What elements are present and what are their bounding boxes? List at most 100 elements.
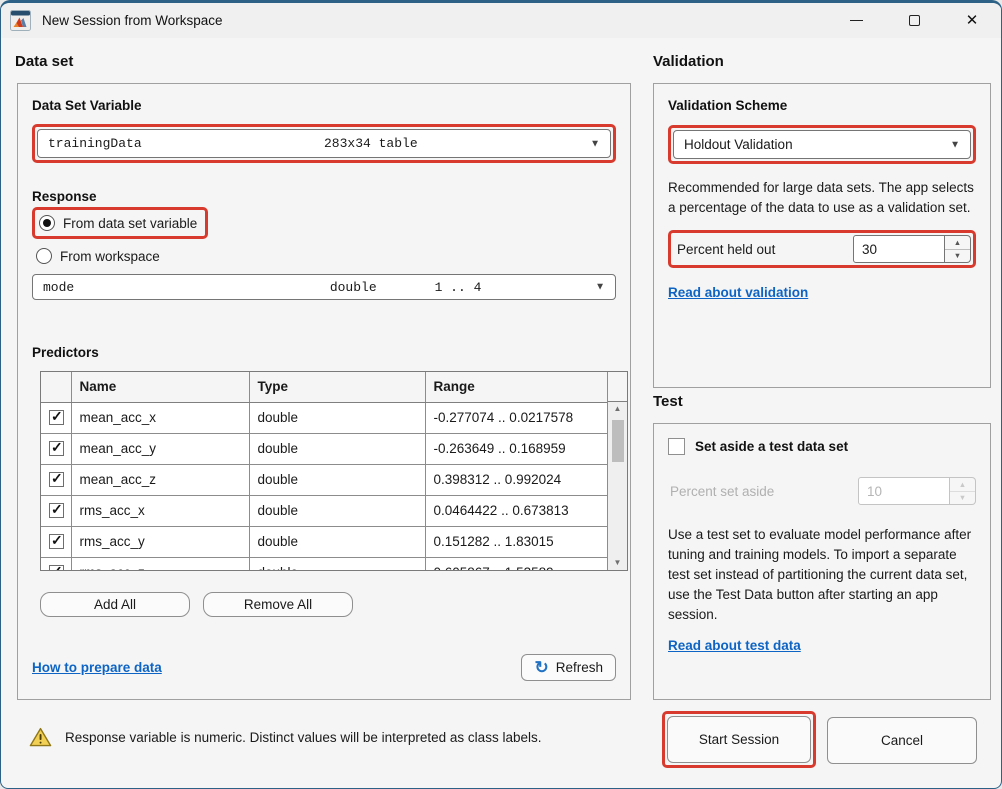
radio-from-workspace[interactable]: From workspace	[36, 246, 616, 266]
refresh-button[interactable]: ↻ Refresh	[521, 654, 616, 681]
table-header-row: Name Type Range	[41, 372, 609, 402]
minimize-icon	[850, 20, 863, 21]
percent-held-out-label: Percent held out	[677, 242, 775, 257]
predictor-checkbox[interactable]	[49, 565, 64, 571]
start-session-button[interactable]: Start Session	[667, 716, 811, 763]
scrollbar-thumb[interactable]	[612, 420, 624, 462]
table-row: mean_acc_z double 0.398312 .. 0.992024	[41, 464, 609, 495]
warning-row: Response variable is numeric. Distinct v…	[29, 727, 541, 747]
test-description: Use a test set to evaluate model perform…	[668, 525, 976, 625]
predictor-type: double	[249, 433, 425, 464]
radio-unselected-icon	[36, 248, 52, 264]
predictor-range: 0.151282 .. 1.83015	[425, 526, 609, 557]
percent-held-out-highlight: Percent held out ▲ ▼	[668, 230, 976, 268]
percent-set-aside-row: Percent set aside ▲ ▼	[668, 477, 976, 505]
percent-held-out-row: Percent held out ▲ ▼	[677, 235, 971, 263]
dataset-variable-dropdown[interactable]: trainingData 283x34 table ▼	[37, 129, 611, 158]
predictor-type: double	[249, 402, 425, 433]
read-about-test-data-link[interactable]: Read about test data	[668, 638, 801, 653]
predictor-type: double	[249, 557, 425, 571]
validation-description: Recommended for large data sets. The app…	[668, 178, 976, 218]
radio-from-dataset[interactable]: From data set variable	[39, 212, 197, 234]
name-column-header: Name	[71, 372, 249, 402]
scrollbar-track[interactable]: ▲ ▼	[608, 402, 627, 570]
percent-held-out-stepper: ▲ ▼	[853, 235, 971, 263]
dataset-variable-info: 283x34 table	[324, 136, 418, 151]
read-about-validation-link[interactable]: Read about validation	[668, 285, 808, 300]
predictor-checkbox[interactable]	[49, 534, 64, 549]
start-session-highlight: Start Session	[662, 711, 816, 768]
window-controls: ✕	[827, 3, 1001, 38]
how-to-prepare-data-link[interactable]: How to prepare data	[32, 660, 162, 675]
cancel-button[interactable]: Cancel	[827, 717, 977, 764]
predictor-name: mean_acc_x	[71, 402, 249, 433]
scroll-up-icon[interactable]: ▲	[614, 402, 622, 416]
response-radio-highlight: From data set variable	[32, 207, 208, 239]
predictors-table: Name Type Range mean_acc_x double -0.277…	[40, 371, 628, 571]
type-column-header: Type	[249, 372, 425, 402]
close-icon: ✕	[966, 13, 979, 28]
table-scrollbar[interactable]: ▲ ▼	[607, 372, 627, 570]
predictor-type: double	[249, 526, 425, 557]
chevron-down-icon: ▼	[595, 282, 605, 293]
predictor-type: double	[249, 464, 425, 495]
table-row: rms_acc_z double 0.605867 .. 1.53589	[41, 557, 609, 571]
dataset-panel: Data Set Variable trainingData 283x34 ta…	[17, 83, 631, 700]
table-row: mean_acc_x double -0.277074 .. 0.0217578	[41, 402, 609, 433]
checkbox-column-header	[41, 372, 71, 402]
spinner-up-icon: ▲	[950, 478, 975, 492]
test-checkbox[interactable]	[668, 438, 685, 455]
response-variable-type: double	[330, 280, 377, 295]
validation-scheme-dropdown[interactable]: Holdout Validation ▼	[673, 130, 971, 159]
percent-set-aside-input	[858, 477, 950, 505]
dataset-panel-footer: How to prepare data ↻ Refresh	[32, 654, 616, 681]
predictor-buttons-row: Add All Remove All	[40, 592, 616, 617]
predictor-range: 0.605867 .. 1.53589	[425, 557, 609, 571]
table-row: rms_acc_x double 0.0464422 .. 0.673813	[41, 495, 609, 526]
predictor-name: rms_acc_z	[71, 557, 249, 571]
minimize-button[interactable]	[827, 3, 885, 38]
dataset-heading: Data set	[15, 53, 73, 70]
spinner-down-icon[interactable]: ▼	[945, 250, 970, 263]
predictor-range: -0.263649 .. 0.168959	[425, 433, 609, 464]
predictor-name: mean_acc_z	[71, 464, 249, 495]
response-label: Response	[32, 189, 616, 204]
spinner-up-icon[interactable]: ▲	[945, 236, 970, 250]
response-variable-name: mode	[43, 280, 74, 295]
table-row: rms_acc_y double 0.151282 .. 1.83015	[41, 526, 609, 557]
matlab-app-icon	[10, 10, 31, 31]
add-all-button[interactable]: Add All	[40, 592, 190, 617]
dialog-window: New Session from Workspace ✕ Data set Da…	[0, 0, 1002, 789]
predictor-name: rms_acc_x	[71, 495, 249, 526]
predictor-checkbox[interactable]	[49, 441, 64, 456]
scroll-down-icon[interactable]: ▼	[614, 556, 622, 570]
radio-selected-icon	[39, 215, 55, 231]
maximize-button[interactable]	[885, 3, 943, 38]
dataset-variable-label: Data Set Variable	[32, 98, 616, 113]
table-row: mean_acc_y double -0.263649 .. 0.168959	[41, 433, 609, 464]
warning-text: Response variable is numeric. Distinct v…	[65, 730, 541, 745]
maximize-icon	[909, 15, 920, 26]
validation-heading: Validation	[653, 53, 724, 70]
predictor-name: rms_acc_y	[71, 526, 249, 557]
scrollbar-header-cell	[608, 372, 627, 402]
range-column-header: Range	[425, 372, 609, 402]
predictor-checkbox[interactable]	[49, 503, 64, 518]
predictor-checkbox[interactable]	[49, 410, 64, 425]
dataset-variable-name: trainingData	[48, 136, 142, 151]
validation-scheme-label: Validation Scheme	[668, 98, 976, 113]
predictor-checkbox[interactable]	[49, 472, 64, 487]
dataset-variable-highlight: trainingData 283x34 table ▼	[32, 124, 616, 163]
predictor-name: mean_acc_y	[71, 433, 249, 464]
percent-held-out-input[interactable]	[853, 235, 945, 263]
response-variable-dropdown[interactable]: mode double 1 .. 4 ▼	[32, 274, 616, 300]
remove-all-button[interactable]: Remove All	[203, 592, 353, 617]
set-aside-test-checkbox-row[interactable]: Set aside a test data set	[668, 438, 976, 455]
chevron-down-icon: ▼	[590, 138, 600, 149]
close-button[interactable]: ✕	[943, 3, 1001, 38]
test-checkbox-label: Set aside a test data set	[695, 439, 848, 454]
refresh-button-label: Refresh	[556, 660, 603, 675]
percent-set-aside-label: Percent set aside	[670, 484, 774, 499]
response-variable-range: 1 .. 4	[435, 280, 482, 295]
validation-scheme-value: Holdout Validation	[684, 137, 793, 152]
